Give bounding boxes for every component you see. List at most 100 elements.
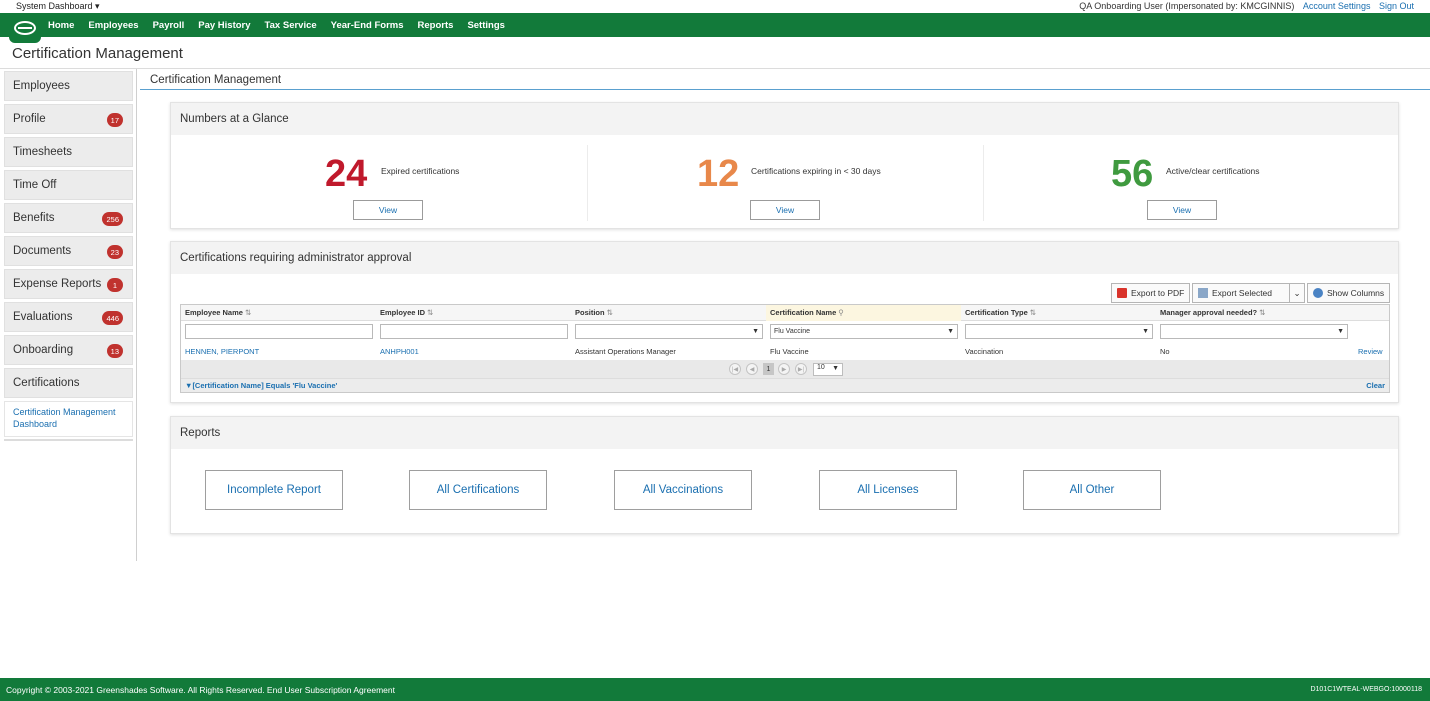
approval-panel: Certifications requiring administrator a… [170, 241, 1399, 403]
dropdown-arrow-icon: ▼ [1142, 328, 1149, 335]
active-filter: ▼[Certification Name] Equals 'Flu Vaccin… [185, 381, 338, 390]
show-columns-label: Show Columns [1327, 288, 1385, 298]
sidebar-item-certifications[interactable]: Certifications [4, 368, 133, 398]
page-size-select[interactable]: 10 ▼ [813, 363, 843, 376]
dropdown-arrow-icon: ▼ [832, 365, 839, 372]
column-divider [983, 145, 984, 221]
panel-title: Reports [171, 417, 1398, 449]
filter-manager-approval[interactable]: ▼ [1160, 324, 1348, 339]
sidebar-item-benefits[interactable]: Benefits 256 [4, 203, 133, 233]
build-id: D101C1WTEAL-WEBGO:10000118 [1310, 686, 1422, 693]
sort-icon: ⇅ [606, 308, 613, 317]
filter-position[interactable]: ▼ [575, 324, 763, 339]
export-selected-label: Export Selected [1212, 288, 1273, 298]
sidebar-item-label: Onboarding [13, 344, 74, 356]
prev-page-icon[interactable]: ◀ [746, 363, 758, 375]
count-badge: 17 [106, 113, 123, 127]
all-certifications-button[interactable]: All Certifications [409, 470, 547, 510]
cell-employee-name[interactable]: HENNEN, PIERPONT [185, 347, 259, 356]
cell-manager-approval: No [1160, 347, 1170, 356]
columns-icon [1313, 288, 1323, 298]
account-settings-link[interactable]: Account Settings [1303, 1, 1371, 11]
view-expired-button[interactable]: View [353, 200, 423, 220]
column-header-employee-id[interactable]: Employee ID ⇅ [380, 308, 433, 317]
column-header-certification-type[interactable]: Certification Type ⇅ [965, 308, 1036, 317]
current-page[interactable]: 1 [763, 363, 774, 375]
dropdown-arrow-icon: ▼ [1337, 328, 1344, 335]
all-other-button[interactable]: All Other [1023, 470, 1161, 510]
sidebar-item-documents[interactable]: Documents 23 [4, 236, 133, 266]
view-expiring-button[interactable]: View [750, 200, 820, 220]
sidebar: Employees Profile 17 Timesheets Time Off… [0, 69, 137, 561]
review-link[interactable]: Review [1358, 347, 1383, 356]
sidebar-item-label: Timesheets [13, 146, 73, 158]
sidebar-item-employees[interactable]: Employees [4, 71, 133, 101]
sort-icon: ⇅ [1259, 308, 1266, 317]
breadcrumb: Certification Management [150, 74, 282, 86]
top-strip: System Dashboard ▾ QA Onboarding User (I… [0, 0, 1430, 13]
sidebar-item-profile[interactable]: Profile 17 [4, 104, 133, 134]
export-dropdown-button[interactable]: ⌄ [1289, 283, 1305, 303]
export-icon [1198, 288, 1208, 298]
nav-reports[interactable]: Reports [418, 20, 454, 31]
column-header-employee-name[interactable]: Employee Name ⇅ [185, 308, 251, 317]
last-page-icon[interactable]: ▶| [795, 363, 807, 375]
expiring-count: 12 [697, 153, 740, 195]
sidebar-item-label: Time Off [13, 179, 57, 191]
sidebar-item-time-off[interactable]: Time Off [4, 170, 133, 200]
sign-out-link[interactable]: Sign Out [1379, 1, 1414, 11]
page-size-value: 10 [817, 364, 825, 371]
filter-employee-name[interactable] [185, 324, 373, 339]
sidebar-item-evaluations[interactable]: Evaluations 446 [4, 302, 133, 332]
nav-employees[interactable]: Employees [88, 20, 138, 31]
sidebar-item-onboarding[interactable]: Onboarding 13 [4, 335, 133, 365]
nav-pay-history[interactable]: Pay History [198, 20, 250, 31]
expired-count: 24 [325, 153, 368, 195]
sidebar-item-label: Benefits [13, 212, 55, 224]
expiring-label: Certifications expiring in < 30 days [751, 166, 881, 176]
copyright-text: Copyright © 2003-2021 Greenshades Softwa… [6, 685, 395, 695]
filter-certification-type[interactable]: ▼ [965, 324, 1153, 339]
next-page-icon[interactable]: ▶ [778, 363, 790, 375]
breadcrumb-divider [140, 89, 1430, 90]
export-pdf-label: Export to PDF [1131, 288, 1185, 298]
active-filter-bar: ▼[Certification Name] Equals 'Flu Vaccin… [181, 378, 1389, 392]
sidebar-item-label: Certifications [13, 377, 80, 389]
column-header-manager-approval[interactable]: Manager approval needed? ⇅ [1160, 308, 1265, 317]
column-header-certification-name[interactable]: Certification Name ⚲ [770, 308, 844, 317]
sidebar-item-label: Evaluations [13, 311, 73, 323]
system-dashboard-menu[interactable]: System Dashboard ▾ [16, 1, 100, 12]
column-divider [587, 145, 588, 221]
column-header-position[interactable]: Position ⇅ [575, 308, 613, 317]
nav-home[interactable]: Home [48, 20, 74, 31]
nav-settings[interactable]: Settings [467, 20, 504, 31]
sidebar-item-label: Expense Reports [13, 278, 102, 290]
sidebar-item-label: Documents [13, 245, 72, 257]
sidebar-item-label: Employees [13, 80, 70, 92]
cell-employee-id[interactable]: ANHPH001 [380, 347, 419, 356]
glance-panel: Numbers at a Glance 24 Expired certifica… [170, 102, 1399, 229]
cell-certification-type: Vaccination [965, 347, 1004, 356]
nav-tax-service[interactable]: Tax Service [265, 20, 317, 31]
page-title: Certification Management [12, 45, 183, 62]
show-columns-button[interactable]: Show Columns [1307, 283, 1391, 303]
sidebar-subitem-cert-dashboard[interactable]: Certification Management Dashboard [4, 401, 133, 437]
view-active-button[interactable]: View [1147, 200, 1217, 220]
sort-icon: ⇅ [427, 308, 434, 317]
first-page-icon[interactable]: |◀ [729, 363, 741, 375]
all-licenses-button[interactable]: All Licenses [819, 470, 957, 510]
filter-certification-name[interactable]: Flu Vaccine ▼ [770, 324, 958, 339]
nav-year-end-forms[interactable]: Year-End Forms [331, 20, 404, 31]
nav-payroll[interactable]: Payroll [153, 20, 185, 31]
filter-employee-id[interactable] [380, 324, 568, 339]
count-badge: 23 [106, 245, 123, 259]
export-pdf-button[interactable]: Export to PDF [1111, 283, 1191, 303]
clear-filter-link[interactable]: Clear [1366, 381, 1385, 390]
export-selected-button[interactable]: Export Selected [1192, 283, 1290, 303]
filter-icon: ⚲ [838, 308, 844, 317]
sidebar-item-expense-reports[interactable]: Expense Reports 1 [4, 269, 133, 299]
sidebar-item-timesheets[interactable]: Timesheets [4, 137, 133, 167]
incomplete-report-button[interactable]: Incomplete Report [205, 470, 343, 510]
all-vaccinations-button[interactable]: All Vaccinations [614, 470, 752, 510]
greenshades-logo-icon[interactable] [9, 13, 41, 43]
